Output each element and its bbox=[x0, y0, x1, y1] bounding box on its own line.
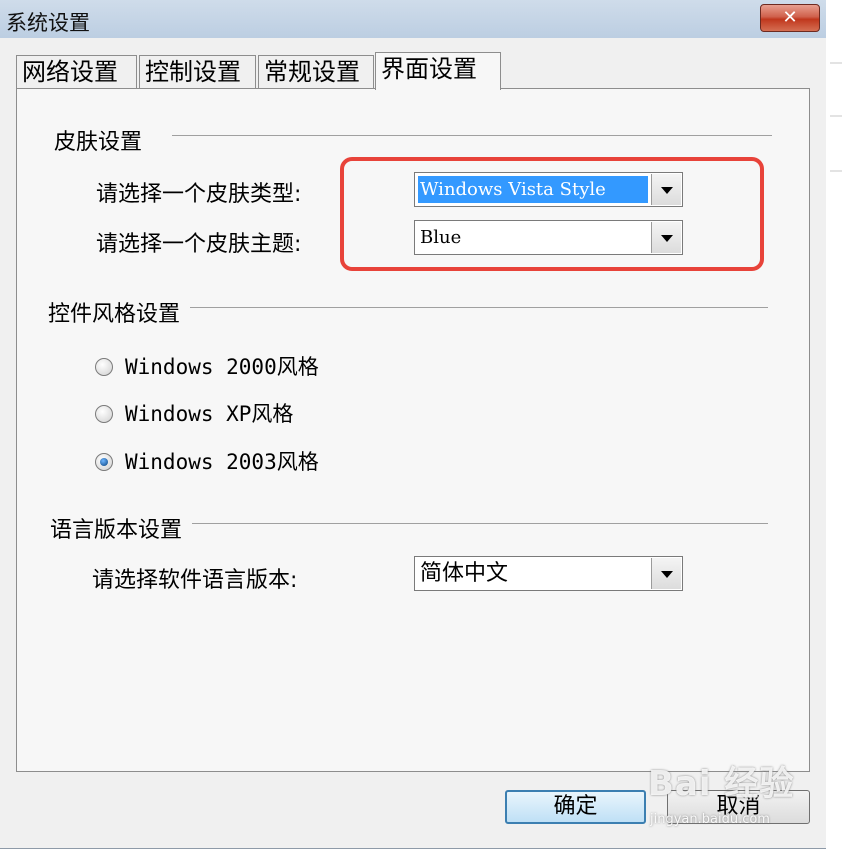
group-title-skin: 皮肤设置 bbox=[54, 130, 143, 155]
edge-mark bbox=[830, 115, 842, 117]
title-bar[interactable]: 系统设置 ✕ bbox=[0, 0, 826, 38]
tab-general-settings[interactable]: 常规设置 bbox=[258, 55, 374, 88]
tab-label: 控制设置 bbox=[145, 58, 241, 86]
tab-label: 网络设置 bbox=[22, 58, 118, 86]
watermark-url: jingyan.baidu.com bbox=[650, 812, 770, 827]
radio-button-checked[interactable] bbox=[95, 453, 113, 471]
ok-button-label: 确定 bbox=[553, 794, 598, 819]
tab-network-settings[interactable]: 网络设置 bbox=[16, 55, 137, 88]
group-divider bbox=[190, 307, 768, 308]
tab-interface-settings[interactable]: 界面设置 bbox=[375, 52, 501, 90]
ok-button[interactable]: 确定 bbox=[505, 790, 646, 824]
close-icon: ✕ bbox=[782, 7, 798, 28]
skin-type-label: 请选择一个皮肤类型: bbox=[96, 182, 302, 207]
group-title-language: 语言版本设置 bbox=[50, 518, 183, 543]
radio-label: Windows XP风格 bbox=[125, 402, 294, 426]
tab-label: 常规设置 bbox=[264, 58, 360, 86]
skin-theme-label: 请选择一个皮肤主题: bbox=[96, 232, 302, 257]
radio-button[interactable] bbox=[95, 405, 113, 423]
tab-control-settings[interactable]: 控制设置 bbox=[139, 55, 256, 88]
group-divider bbox=[192, 523, 768, 524]
baidu-watermark: Bai 经验 bbox=[648, 764, 795, 804]
radio-button[interactable] bbox=[95, 358, 113, 376]
radio-label: Windows 2000风格 bbox=[125, 355, 319, 379]
edge-mark bbox=[830, 62, 842, 64]
group-title-control-style: 控件风格设置 bbox=[48, 302, 181, 327]
language-label: 请选择软件语言版本: bbox=[92, 568, 298, 593]
chevron-down-icon[interactable] bbox=[651, 558, 681, 589]
close-button[interactable]: ✕ bbox=[760, 4, 820, 32]
highlight-box bbox=[340, 157, 764, 271]
tab-label: 界面设置 bbox=[381, 55, 477, 83]
background-window-edge bbox=[826, 0, 842, 854]
language-select[interactable]: 简体中文 bbox=[414, 556, 683, 591]
group-divider bbox=[172, 135, 772, 136]
language-value: 简体中文 bbox=[420, 561, 509, 586]
edge-mark bbox=[830, 170, 842, 172]
radio-label: Windows 2003风格 bbox=[125, 450, 319, 474]
window-title: 系统设置 bbox=[6, 11, 90, 35]
